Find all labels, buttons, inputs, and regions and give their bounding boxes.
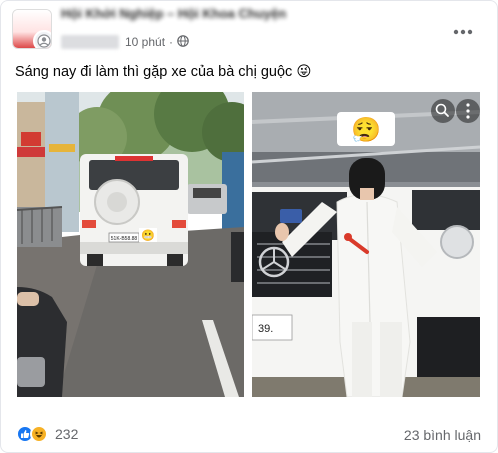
globe-icon	[177, 34, 189, 50]
photo-street-suv[interactable]: 51K-B58.88 😬	[17, 92, 244, 397]
meta-separator: ·	[169, 35, 174, 49]
plate-text-right: 39.	[258, 323, 273, 335]
post-time[interactable]: 10 phút	[125, 35, 165, 49]
group-avatar[interactable]	[12, 9, 52, 49]
more-horizontal-icon[interactable]	[448, 17, 478, 47]
author-name-redacted	[61, 35, 119, 49]
user-badge-icon	[33, 30, 51, 48]
post-header: Hội Khởi Nghiệp – Hội Khoa Chuyện 10 phú…	[1, 1, 497, 57]
reaction-count: 232	[55, 426, 79, 442]
face-overlay-emoji: 😮‍💨	[351, 116, 381, 144]
haha-icon	[30, 425, 48, 443]
reaction-summary[interactable]: 232	[16, 425, 78, 443]
post-footer: 232 23 bình luận	[1, 419, 497, 451]
group-name[interactable]: Hội Khởi Nghiệp – Hội Khoa Chuyện	[61, 6, 286, 21]
more-vertical-icon[interactable]	[456, 99, 480, 123]
plate-text-left: 51K-B58.88	[111, 236, 138, 242]
comment-count[interactable]: 23 bình luận	[404, 427, 481, 443]
post-caption: Sáng nay đi làm thì gặp xe của bà chị gu…	[15, 64, 312, 80]
search-icon[interactable]	[431, 99, 455, 123]
post-meta: 10 phút ·	[61, 33, 189, 51]
post-card: Hội Khởi Nghiệp – Hội Khoa Chuyện 10 phú…	[0, 0, 498, 453]
photo-woman-suv[interactable]: 39. 😮‍💨	[252, 92, 480, 397]
svg-text:😬: 😬	[141, 229, 155, 242]
